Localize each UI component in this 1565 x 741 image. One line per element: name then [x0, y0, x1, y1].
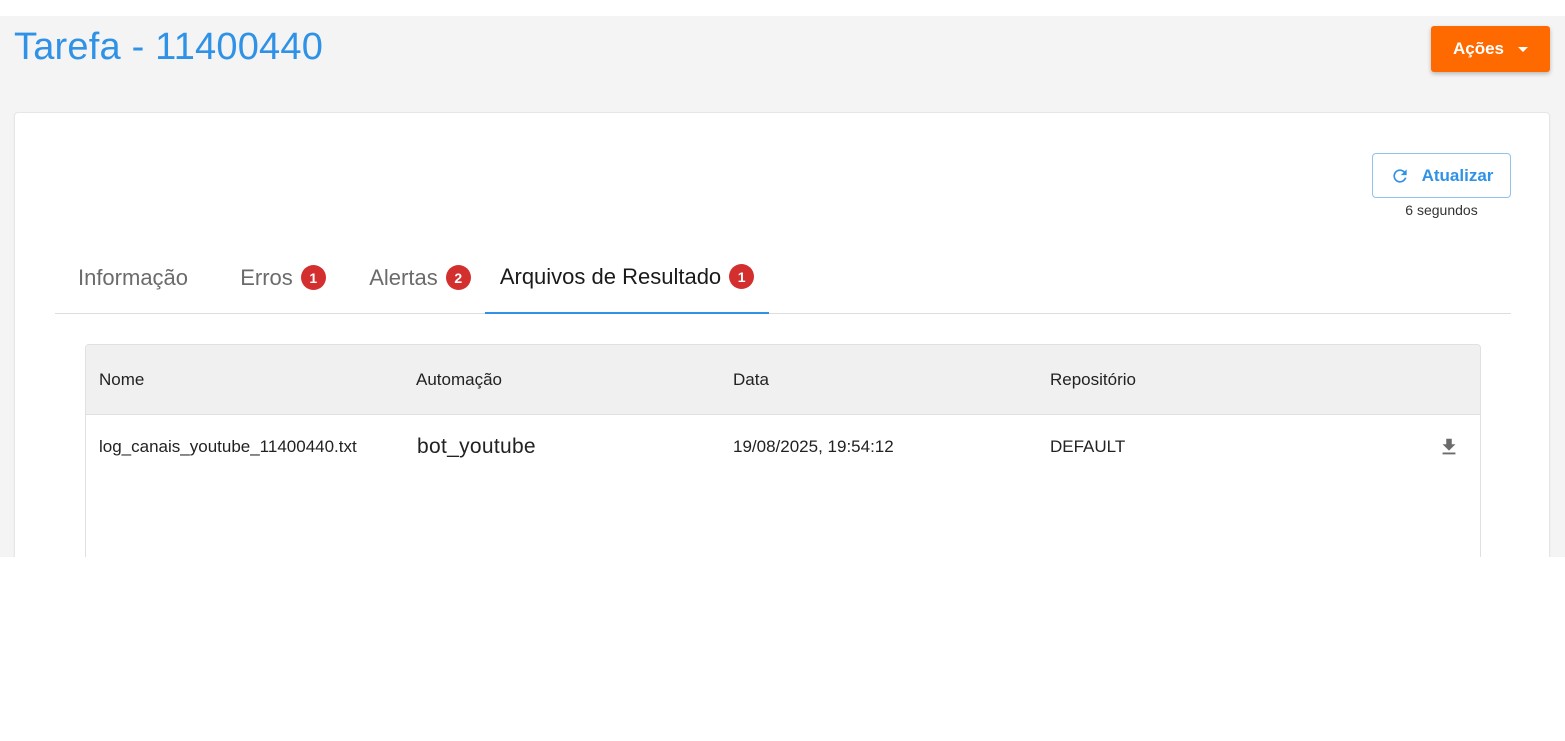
- actions-dropdown-button[interactable]: Ações: [1431, 26, 1550, 72]
- tab-label: Erros: [240, 264, 293, 290]
- task-card: Atualizar 6 segundos Informação Erros 2 …: [14, 112, 1550, 557]
- refresh-interval-note: 6 segundos: [1405, 202, 1478, 218]
- result-files-table: Nome Automação Data Repositório log_cana…: [85, 344, 1481, 557]
- column-header-automacao[interactable]: Automação: [416, 345, 502, 415]
- cell-repositorio: DEFAULT: [1050, 437, 1126, 456]
- tab-alertas[interactable]: Alertas 2: [355, 241, 485, 314]
- caret-down-icon: [1518, 46, 1529, 52]
- column-header-nome[interactable]: Nome: [99, 345, 144, 415]
- download-icon[interactable]: [1438, 436, 1460, 458]
- page-viewport: Tarefa - 11400440 Ações Atualizar 6 segu…: [0, 16, 1565, 557]
- erros-count-badge: 1: [300, 265, 326, 290]
- actions-label: Ações: [1452, 39, 1505, 58]
- tab-arquivos-de-resultado[interactable]: Arquivos de Resultado 1: [485, 241, 769, 314]
- tab-label: Alertas: [369, 264, 438, 290]
- tab-informacao[interactable]: Informação: [55, 241, 211, 314]
- tab-label: Informação: [77, 264, 189, 290]
- page-title: Tarefa - 11400440: [14, 26, 324, 68]
- refresh-icon: [1392, 168, 1407, 183]
- column-header-data[interactable]: Data: [733, 345, 769, 415]
- table-header: Nome Automação Data Repositório: [86, 345, 1480, 415]
- tab-erros[interactable]: Erros 2 1: [225, 241, 341, 314]
- cell-nome: log_canais_youtube_11400440.txt: [99, 437, 357, 456]
- refresh-label: Atualizar: [1421, 165, 1494, 185]
- alertas-count-badge: 2: [445, 265, 471, 290]
- tab-label: Arquivos de Resultado: [499, 263, 722, 289]
- cell-automacao: bot_youtube: [417, 435, 536, 458]
- refresh-button[interactable]: Atualizar: [1372, 153, 1511, 198]
- arquivos-count-badge: 1: [729, 264, 755, 289]
- column-header-repositorio[interactable]: Repositório: [1050, 345, 1136, 415]
- tab-bar: Informação Erros 2 1 Alertas 2 Arquivos …: [55, 241, 1511, 314]
- cell-data: 19/08/2025, 19:54:12: [733, 437, 894, 456]
